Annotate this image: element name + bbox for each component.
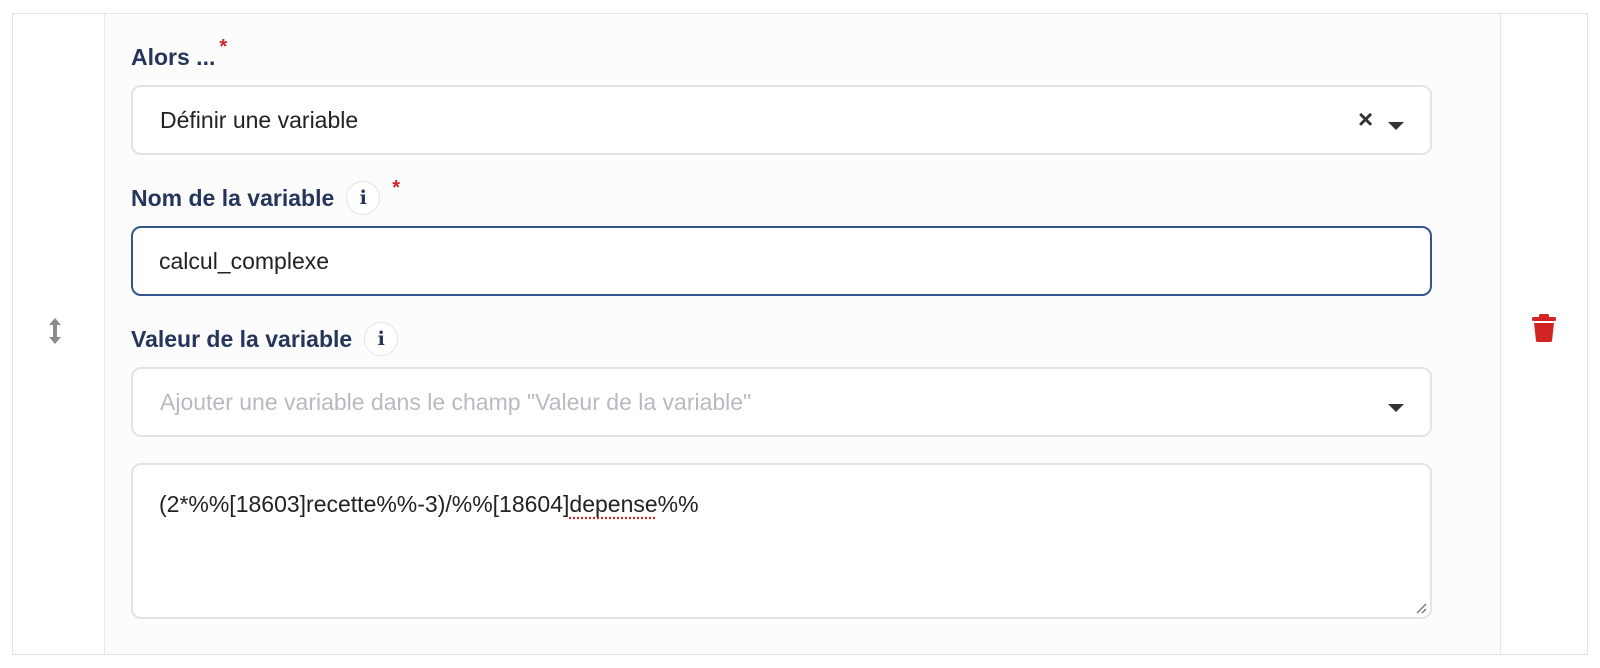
clear-selection-icon[interactable]: × xyxy=(1358,104,1378,134)
then-label: Alors ... * xyxy=(131,36,227,71)
variable-name-value: calcul_complexe xyxy=(159,248,330,274)
variable-value-label-text: Valeur de la variable xyxy=(131,325,353,352)
actions-column xyxy=(1500,14,1587,654)
info-icon[interactable]: i xyxy=(364,322,399,356)
required-marker: * xyxy=(392,176,401,199)
then-label-text: Alors ... xyxy=(131,44,216,70)
drag-handle-column xyxy=(13,14,105,654)
action-type-select[interactable]: Définir une variable × xyxy=(131,85,1432,155)
expression-suffix: %% xyxy=(657,491,699,517)
resize-grip-icon[interactable] xyxy=(1415,602,1427,614)
add-variable-select[interactable]: Ajouter une variable dans le champ "Vale… xyxy=(131,367,1432,437)
variable-name-label-text: Nom de la variable xyxy=(131,184,335,211)
action-form: Alors ... * Définir une variable × Nom d… xyxy=(105,14,1502,654)
drag-handle-icon[interactable] xyxy=(46,317,64,345)
info-icon[interactable]: i xyxy=(346,181,381,215)
variable-value-textarea[interactable]: (2*%%[18603]recette%%-3)/%%[18604]depens… xyxy=(131,463,1432,619)
action-type-value: Définir une variable xyxy=(160,107,359,133)
chevron-down-icon[interactable] xyxy=(1388,404,1404,412)
misspelled-word: depense xyxy=(569,491,658,517)
required-marker: * xyxy=(219,36,228,58)
variable-name-input[interactable]: calcul_complexe xyxy=(131,226,1432,296)
trash-icon[interactable] xyxy=(1531,313,1557,343)
variable-name-label: Nom de la variable i * xyxy=(131,177,400,215)
expression-prefix: (2*%%[18603]recette%%-3)/%%[18604] xyxy=(159,491,570,517)
add-variable-placeholder: Ajouter une variable dans le champ "Vale… xyxy=(160,389,752,415)
variable-value-label: Valeur de la variable i xyxy=(131,322,399,356)
rule-action-card: Alors ... * Définir une variable × Nom d… xyxy=(12,13,1588,655)
expression-text: (2*%%[18603]recette%%-3)/%%[18604]depens… xyxy=(159,491,699,518)
chevron-down-icon[interactable] xyxy=(1388,122,1404,130)
